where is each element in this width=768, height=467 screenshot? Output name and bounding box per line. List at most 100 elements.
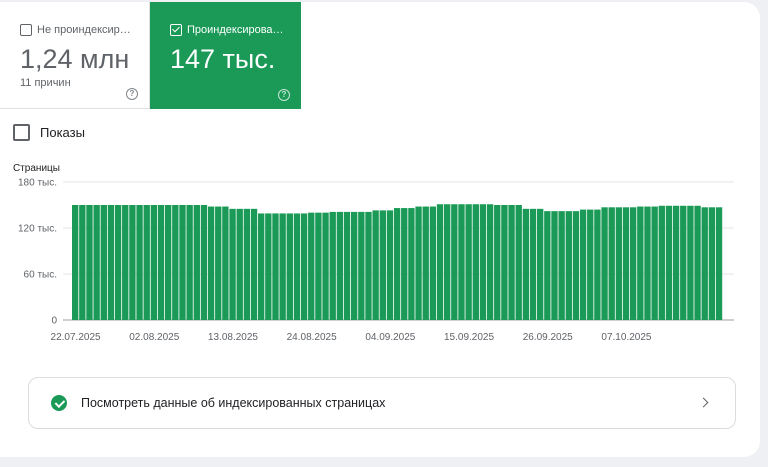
x-tick-label: 04.09.2025 [365,332,415,343]
bar [522,208,530,320]
bar [200,205,208,320]
bar [72,205,79,320]
bar [415,206,422,320]
bar [608,207,615,320]
bar [630,207,637,320]
bar [558,211,565,320]
x-tick-label: 22.07.2025 [51,332,101,343]
y-axis-label: Страницы [13,163,60,174]
bar [644,206,651,320]
bar [393,208,401,320]
bar [494,205,501,320]
bar [365,211,372,320]
bar [465,204,472,320]
bar [258,213,265,320]
bar [486,204,494,320]
bar [515,205,522,320]
bar [243,208,251,320]
not-indexed-header: Не проиндексир… [20,22,149,38]
bar [458,204,465,320]
bar [93,205,100,320]
bar [680,205,687,320]
not-indexed-checkbox[interactable] [20,24,32,36]
y-tick-label: 180 тыс. [18,178,57,189]
bar [315,212,322,320]
bar [594,209,601,320]
indexed-tile[interactable]: Проиндексирова… 147 тыс. ? [150,2,301,109]
bar [665,205,673,320]
bar [179,205,186,320]
bar [436,204,444,320]
bar [694,205,701,320]
bar [300,213,308,320]
bar [236,208,243,320]
bar [229,208,236,320]
bar [501,205,508,320]
indexed-checkbox[interactable] [170,24,182,36]
pages-chart: Страницы 0 60 тыс. 120 тыс. 180 тыс. 22.07.20… [13,163,734,343]
bar [322,212,329,320]
bar [372,210,379,320]
bar [329,211,336,320]
bar [579,209,587,320]
bar [193,205,200,320]
bar [401,208,408,320]
bar [701,207,708,320]
bar [544,211,551,320]
chevron-right-icon [698,397,709,408]
view-indexed-pages-link[interactable]: Посмотреть данные об индексированных стр… [28,377,736,429]
bar [451,204,458,320]
impressions-checkbox[interactable] [13,124,30,141]
bar [114,205,122,320]
bar [150,205,158,320]
bar [651,206,658,320]
not-indexed-tile[interactable]: Не проиндексир… 1,24 млн 11 причин ? [0,2,150,109]
bar [186,205,193,320]
bar [250,208,258,320]
bar [572,211,580,320]
indexed-header: Проиндексирова… [170,22,301,38]
bar [265,213,272,320]
bar [508,205,515,320]
y-tick-label: 60 тыс. [24,270,57,281]
bar [129,205,136,320]
bar [343,211,351,320]
x-tick-label: 24.08.2025 [287,332,337,343]
help-icon[interactable]: ? [126,88,138,100]
bar [172,205,179,320]
y-tick-label: 120 тыс. [18,224,57,235]
view-indexed-pages-label: Посмотреть данные об индексированных стр… [81,396,386,410]
bar [308,212,315,320]
bar [715,207,723,320]
x-tick-label: 02.08.2025 [129,332,179,343]
bar [351,211,358,320]
bar [136,205,143,320]
bar [537,208,544,320]
bar [444,204,451,320]
bar [279,213,286,320]
bar [222,206,229,320]
bar [708,207,716,320]
bar [286,213,293,320]
bar [408,208,415,320]
bar [157,205,165,320]
indexed-value: 147 тыс. [170,44,276,74]
bar [479,204,487,320]
impressions-label: Показы [40,125,85,140]
help-icon[interactable]: ? [278,89,290,101]
bar [358,211,365,320]
bar [215,206,222,320]
bar [615,207,623,320]
bar [293,213,301,320]
bar [122,205,129,320]
x-tick-label: 13.08.2025 [208,332,258,343]
impressions-toggle[interactable]: Показы [13,124,85,141]
bar [687,205,694,320]
bar [379,210,386,320]
indexed-label: Проиндексирова… [187,24,284,36]
bar [272,213,279,320]
bar [587,209,594,320]
bar [207,206,215,320]
x-tick-label: 07.10.2025 [601,332,651,343]
bar [86,205,93,320]
